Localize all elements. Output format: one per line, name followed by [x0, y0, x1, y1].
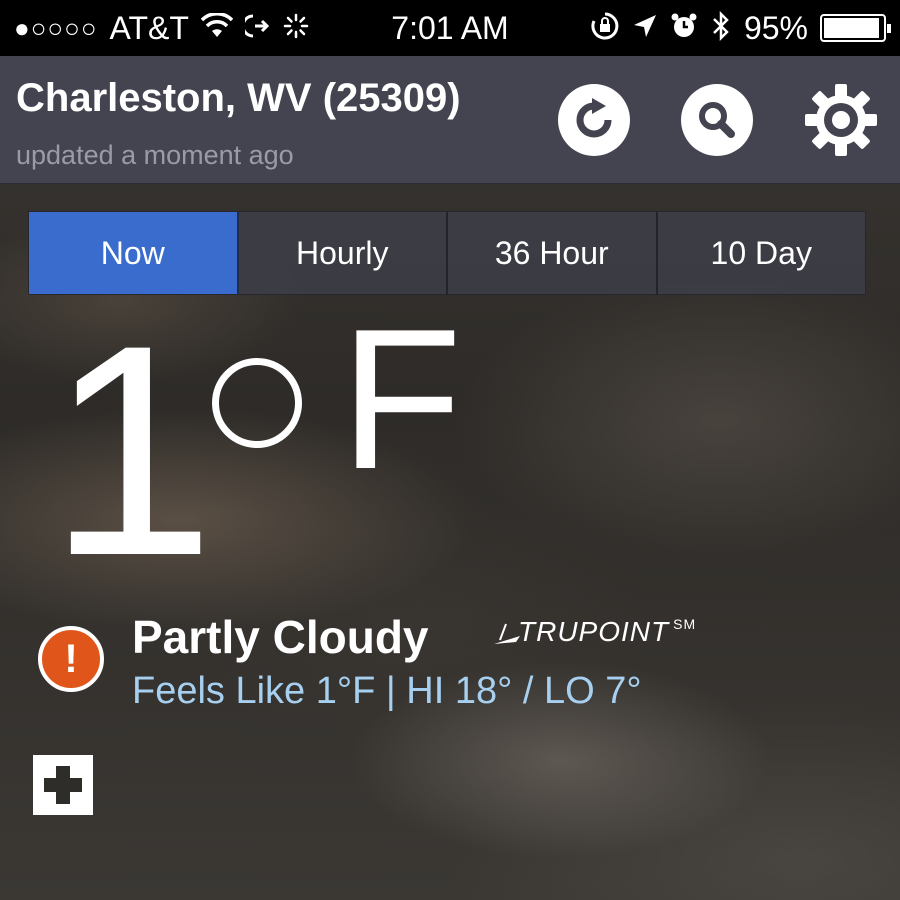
battery-percent: 95%: [743, 9, 808, 46]
carrier-label: AT&T: [109, 9, 189, 46]
bluetooth-icon: [710, 10, 732, 46]
wifi-icon: [200, 11, 234, 44]
call-forward-icon: [241, 13, 271, 44]
settings-button[interactable]: [805, 84, 877, 156]
tab-10-day[interactable]: 10 Day: [658, 212, 866, 294]
activity-spinner-icon: [283, 13, 309, 44]
condition-label: Partly Cloudy: [132, 611, 429, 663]
battery-icon: [820, 14, 891, 42]
tab-hourly[interactable]: Hourly: [239, 212, 448, 294]
search-icon: [699, 102, 735, 138]
temperature-unit: F: [340, 288, 463, 511]
location-title[interactable]: Charleston, WV (25309): [16, 76, 461, 121]
degree-symbol: [212, 358, 302, 448]
battery-level: [824, 18, 880, 38]
refresh-icon: [576, 98, 612, 138]
alert-icon[interactable]: !: [38, 626, 104, 692]
plus-icon: [44, 766, 82, 804]
app-header: Charleston, WV (25309) updated a moment …: [0, 56, 900, 184]
location-arrow-icon: [632, 13, 658, 44]
service-mark: SM: [673, 616, 697, 632]
feels-like-hi-lo: Feels Like 1°F | HI 18° / LO 7°: [132, 670, 642, 712]
status-bar: ●○○○○ AT&T 7:01 AM 95%: [0, 0, 900, 56]
orientation-lock-icon: [590, 11, 620, 46]
add-button[interactable]: [33, 755, 93, 815]
trupoint-text: TRUPOINT: [518, 616, 670, 647]
alarm-icon: [670, 12, 698, 45]
current-temperature: 1: [48, 282, 215, 618]
trupoint-logo: TRUPOINT SM: [494, 616, 696, 648]
refresh-button[interactable]: [558, 84, 630, 156]
gear-icon: [805, 84, 877, 156]
tab-36-hour[interactable]: 36 Hour: [448, 212, 658, 294]
updated-status: updated a moment ago: [16, 140, 294, 170]
signal-strength: ●○○○○: [14, 12, 98, 43]
search-button[interactable]: [681, 84, 753, 156]
